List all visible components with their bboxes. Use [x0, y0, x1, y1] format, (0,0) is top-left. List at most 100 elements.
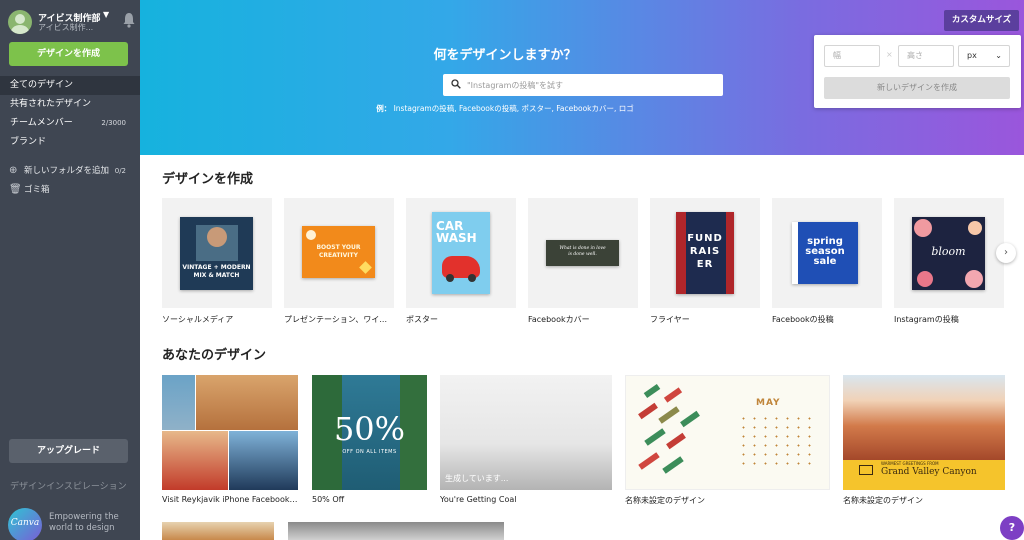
search-bar[interactable]	[443, 74, 723, 96]
thumb-line: ER	[696, 259, 714, 270]
design-card[interactable]	[162, 375, 298, 490]
team-switcher[interactable]: アイビス制作部 アイビス制作... ▼	[8, 9, 136, 35]
envelope-icon	[859, 465, 873, 475]
sidebar-item-label: ブランド	[10, 137, 47, 147]
help-button[interactable]: ?	[1000, 516, 1024, 540]
thumb-line: MIX & MATCH	[193, 272, 240, 279]
thumb-line: WASH	[436, 231, 477, 245]
design-card[interactable]: WARMEST GREETINGS FROM Grand Valley Cany…	[843, 375, 1005, 490]
sidebar-item-label: チームメンバー	[10, 118, 73, 128]
template-card-facebook-post[interactable]: spring season sale	[772, 198, 882, 308]
create-design-button[interactable]: デザインを作成	[9, 42, 128, 66]
canva-tagline: Empowering the world to design	[49, 512, 119, 533]
upgrade-button[interactable]: アップグレード	[9, 439, 128, 463]
template-thumbnail: spring season sale	[792, 222, 858, 284]
design-card[interactable]	[288, 522, 504, 540]
team-member-count: 2/3000	[101, 119, 126, 127]
template-thumbnail: What is done in love is done well.	[546, 240, 619, 266]
caret-down-icon[interactable]: ▼	[103, 10, 109, 19]
thumb-line: FUND	[687, 233, 723, 244]
template-card-presentation[interactable]: BOOST YOUR CREATIVITY	[284, 198, 394, 308]
trash-label: ゴミ箱	[24, 185, 50, 195]
sidebar-item-brand[interactable]: ブランド	[0, 133, 140, 152]
sidebar-item-trash[interactable]: 🗑 ゴミ箱	[0, 181, 140, 199]
thumb-line: CREATIVITY	[319, 252, 358, 259]
design-overlay-text: 50%	[333, 410, 406, 448]
thumb-line: RAIS	[689, 246, 721, 257]
search-icon	[451, 79, 461, 89]
chevron-right-icon[interactable]: ›	[996, 243, 1016, 263]
thumb-line: BOOST YOUR	[316, 244, 361, 251]
template-thumbnail: bloom	[912, 217, 985, 290]
unit-value: px	[967, 51, 977, 60]
hero-banner: 何をデザインしますか？ 例： Instagramの投稿, Facebookの投稿…	[140, 0, 1024, 155]
template-label[interactable]: フライヤー	[650, 314, 762, 325]
template-thumbnail: VINTAGE + MODERN MIX & MATCH	[180, 217, 253, 290]
sidebar-item-label: 共有されたデザイン	[10, 99, 92, 109]
design-label[interactable]: 名称未設定のデザイン	[843, 495, 1005, 506]
sidebar-item-shared[interactable]: 共有されたデザイン	[0, 95, 140, 114]
examples-list[interactable]: Instagramの投稿, Facebookの投稿, ポスター, Faceboo…	[394, 104, 634, 113]
template-thumbnail: BOOST YOUR CREATIVITY	[302, 226, 375, 278]
thumb-line: bloom	[931, 245, 966, 258]
design-card[interactable]: 50% OFF ON ALL ITEMS	[312, 375, 427, 490]
thumb-line: sale	[813, 256, 837, 267]
create-custom-design-button[interactable]: 新しいデザインを作成	[824, 77, 1010, 99]
template-card-instagram-post[interactable]: bloom	[894, 198, 1004, 308]
your-designs-title: あなたのデザイン	[162, 348, 267, 363]
times-sign: ×	[886, 50, 893, 59]
template-label[interactable]: ポスター	[406, 314, 518, 325]
unit-select[interactable]: px ⌄	[958, 45, 1010, 67]
trash-icon: 🗑	[9, 184, 22, 195]
design-card[interactable]: 生成しています...	[440, 375, 612, 490]
height-field[interactable]: 高さ	[898, 45, 954, 67]
calendar-grid	[738, 414, 818, 468]
plus-circle-icon: ⊕	[9, 165, 18, 176]
custom-size-panel: 幅 × 高さ px ⌄ 新しいデザインを作成	[814, 35, 1021, 108]
folder-count: 0/2	[114, 167, 126, 175]
template-card-flyer[interactable]: FUND RAIS ER	[650, 198, 760, 308]
team-avatar	[8, 10, 32, 34]
design-card[interactable]: MAY	[625, 375, 830, 490]
template-thumbnail: FUND RAIS ER	[676, 212, 734, 294]
custom-size-button[interactable]: カスタムサイズ	[944, 10, 1019, 31]
thumb-line: VINTAGE + MODERN	[182, 264, 251, 271]
design-overlay-sub: WARMEST GREETINGS FROM	[881, 461, 939, 466]
examples-prefix: 例：	[376, 104, 392, 113]
canva-logo[interactable]: Canva	[8, 508, 42, 540]
sidebar-item-all-designs[interactable]: 全てのデザイン	[0, 76, 147, 95]
sidebar-item-label: 全てのデザイン	[10, 80, 74, 90]
width-field[interactable]: 幅	[824, 45, 880, 67]
sidebar-nav: 全てのデザイン 共有されたデザイン チームメンバー 2/3000 ブランド	[0, 76, 147, 152]
add-folder-button[interactable]: ⊕ 新しいフォルダを追加 0/2	[0, 162, 140, 180]
template-card-facebook-cover[interactable]: What is done in love is done well.	[528, 198, 638, 308]
team-subtitle: アイビス制作...	[38, 23, 94, 32]
design-overlay-text: Grand Valley Canyon	[881, 467, 977, 477]
design-label[interactable]: 50% Off	[312, 495, 427, 504]
hero-title: 何をデザインしますか？	[433, 48, 577, 63]
template-label[interactable]: Instagramの投稿	[894, 314, 1006, 325]
template-card-poster[interactable]: CAR WASH	[406, 198, 516, 308]
thumb-line: is done well.	[568, 252, 597, 257]
design-label[interactable]: 名称未設定のデザイン	[625, 495, 830, 506]
template-label[interactable]: Facebookの投稿	[772, 314, 884, 325]
search-input[interactable]	[467, 78, 717, 92]
add-folder-label: 新しいフォルダを追加	[24, 166, 110, 176]
generating-status: 生成しています...	[445, 474, 509, 483]
sidebar: アイビス制作部 アイビス制作... ▼ デザインを作成 全てのデザイン 共有され…	[0, 0, 147, 540]
create-section-title: デザインを作成	[162, 172, 254, 187]
design-label[interactable]: You're Getting Coal	[440, 495, 612, 504]
template-label[interactable]: Facebookカバー	[528, 314, 640, 325]
search-examples: 例： Instagramの投稿, Facebookの投稿, ポスター, Face…	[140, 103, 870, 114]
design-card[interactable]	[162, 522, 274, 540]
template-label[interactable]: ソーシャルメディア	[162, 314, 274, 325]
chevron-down-icon: ⌄	[995, 51, 1002, 60]
calendar-month: MAY	[756, 398, 781, 408]
design-inspiration-link[interactable]: デザインインスピレーション	[10, 479, 127, 492]
template-label[interactable]: プレゼンテーション、ワイ...	[284, 314, 396, 325]
bell-icon[interactable]	[122, 12, 136, 28]
template-card-social[interactable]: VINTAGE + MODERN MIX & MATCH	[162, 198, 272, 308]
design-overlay-sub: OFF ON ALL ITEMS	[342, 449, 397, 455]
design-label[interactable]: Visit Reykjavik iPhone Facebook P...	[162, 495, 298, 504]
sidebar-item-team-members[interactable]: チームメンバー 2/3000	[0, 114, 140, 133]
